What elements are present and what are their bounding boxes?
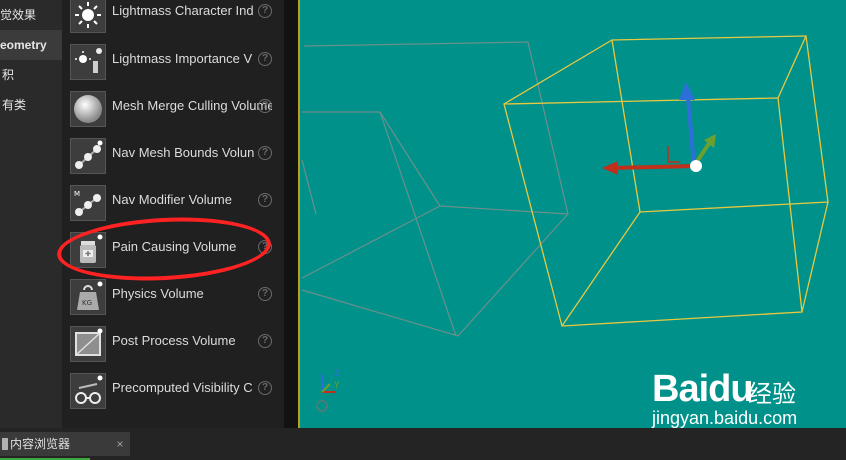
close-icon[interactable]: × (114, 432, 126, 456)
lightbulb-icon (70, 0, 106, 33)
sphere-icon (70, 91, 106, 127)
transform-gizmo[interactable] (602, 82, 716, 175)
help-icon[interactable]: ? (258, 334, 272, 348)
category-panel: 觉效果 eometry 积 有类 (0, 0, 62, 428)
list-item-label: Pain Causing Volume (112, 239, 237, 254)
category-item-volumes[interactable]: 积 (0, 60, 62, 90)
category-item-visual-effects[interactable]: 觉效果 (0, 0, 62, 30)
unselected-volume-wireframe (301, 41, 569, 337)
bottom-tab-bar: 内容浏览器 × (0, 428, 846, 460)
category-item-all-classes[interactable]: 有类 (0, 90, 62, 120)
help-icon[interactable]: ? (258, 4, 272, 18)
axis-indicator: Z Y (316, 369, 340, 412)
list-item-label: Precomputed Visibility C (112, 380, 253, 395)
selected-volume-wireframe (503, 35, 829, 327)
help-icon[interactable]: ? (258, 240, 272, 254)
volume-list: Lightmass Character Ind ? Lightmass Impo… (62, 0, 284, 428)
list-item-mesh-merge-culling-volume[interactable]: Mesh Merge Culling Volume ? (62, 88, 284, 135)
list-item-label: Physics Volume (112, 286, 204, 301)
content-browser-icon (2, 438, 8, 450)
svg-text:M: M (74, 190, 80, 198)
panel-divider[interactable] (284, 0, 298, 428)
help-icon[interactable]: ? (258, 381, 272, 395)
nav-modifier-icon: M (70, 185, 106, 221)
tab-content-browser[interactable]: 内容浏览器 × (0, 432, 130, 456)
list-item-nav-mesh-bounds-volume[interactable]: Nav Mesh Bounds Volun ? (62, 135, 284, 182)
list-item-nav-modifier-volume[interactable]: M Nav Modifier Volume ? (62, 182, 284, 229)
axis-label-y: Y (333, 381, 340, 391)
tab-label: 内容浏览器 (10, 437, 71, 451)
list-item-label: Mesh Merge Culling Volume (112, 98, 272, 113)
list-item-label: Lightmass Importance V (112, 51, 253, 66)
help-icon[interactable]: ? (258, 146, 272, 160)
weight-icon: KG (70, 279, 106, 315)
category-item-geometry[interactable]: eometry (0, 30, 62, 60)
watermark-text: 经验 (748, 381, 796, 408)
axis-label-z: Z (334, 369, 340, 379)
baidu-watermark: Baidu 经验 jingyan.baidu.com (652, 368, 842, 428)
post-process-icon (70, 326, 106, 362)
medicine-bottle-icon (70, 232, 106, 268)
help-icon[interactable]: ? (258, 52, 272, 66)
list-item-post-process-volume[interactable]: Post Process Volume ? (62, 323, 284, 370)
list-item-physics-volume[interactable]: KG Physics Volume ? (62, 276, 284, 323)
list-item-pain-causing-volume[interactable]: Pain Causing Volume ? (62, 229, 284, 276)
list-item-label: Post Process Volume (112, 333, 236, 348)
list-item-label: Nav Modifier Volume (112, 192, 232, 207)
list-item-label: Nav Mesh Bounds Volun (112, 145, 255, 160)
nav-nodes-icon (70, 138, 106, 174)
viewport-scene: Z Y (301, 35, 829, 412)
help-icon[interactable]: ? (258, 287, 272, 301)
lightbulb-small-icon (70, 44, 106, 80)
help-icon[interactable]: ? (258, 193, 272, 207)
help-icon[interactable]: ? (258, 99, 272, 113)
level-viewport[interactable]: Z Y Baidu 经验 jingyan.baidu.com (298, 0, 846, 428)
glasses-icon (70, 373, 106, 409)
svg-text:KG: KG (82, 299, 92, 307)
watermark-url: jingyan.baidu.com (652, 408, 798, 428)
list-item-label: Lightmass Character Ind (112, 3, 254, 18)
watermark-logo: Baidu (652, 368, 754, 410)
list-item-lightmass-importance-volume[interactable]: Lightmass Importance V ? (62, 41, 284, 88)
list-item-precomputed-visibility-volume[interactable]: Precomputed Visibility C ? (62, 370, 284, 417)
list-item-lightmass-character-indirect[interactable]: Lightmass Character Ind ? (62, 0, 284, 41)
